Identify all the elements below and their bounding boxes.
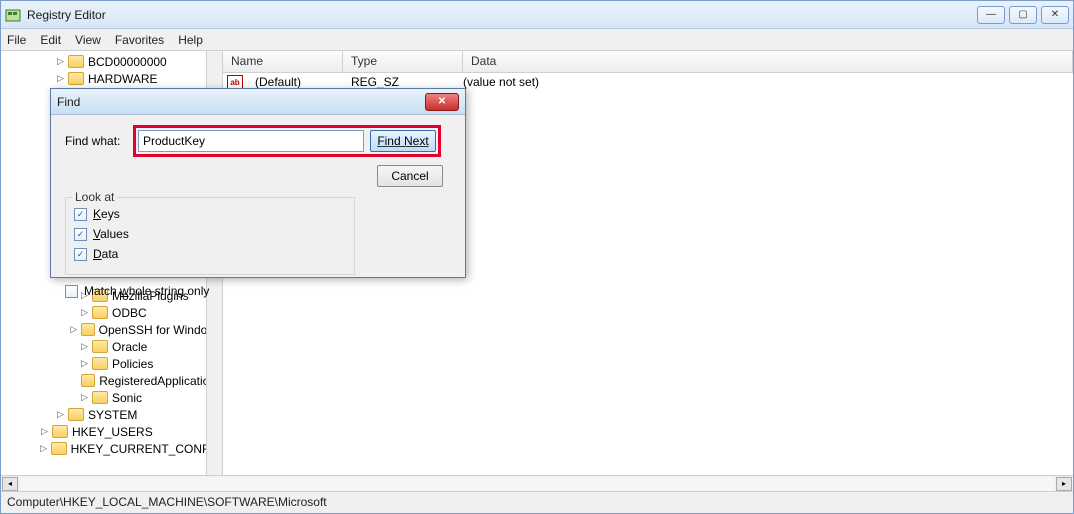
expand-icon[interactable]	[70, 375, 80, 386]
tree-item[interactable]: ▷ HKEY_USERS	[3, 423, 222, 440]
values-checkbox[interactable]: ✓	[74, 228, 87, 241]
folder-icon	[92, 357, 108, 370]
folder-icon	[68, 72, 84, 85]
tree-item[interactable]: ▷ OpenSSH for Windows	[3, 321, 222, 338]
menu-file[interactable]: File	[7, 33, 26, 47]
tree-item-label: Sonic	[112, 391, 142, 405]
tree-item-label: Policies	[112, 357, 153, 371]
value-type: REG_SZ	[343, 75, 455, 89]
statusbar: Computer\HKEY_LOCAL_MACHINE\SOFTWARE\Mic…	[1, 491, 1073, 513]
expand-icon[interactable]: ▷	[79, 358, 90, 369]
find-dialog: Find ✕ Find what: Find Next Cancel Look …	[50, 88, 466, 278]
column-name[interactable]: Name	[223, 51, 343, 72]
tree-item[interactable]: ▷ Policies	[3, 355, 222, 372]
find-what-label: Find what:	[65, 134, 125, 148]
tree-item-label: HKEY_CURRENT_CONFIG	[71, 442, 222, 456]
folder-icon	[52, 425, 68, 438]
folder-icon	[68, 408, 84, 421]
horizontal-scrollbar[interactable]: ◂ ▸	[1, 475, 1073, 491]
folder-icon	[81, 323, 95, 336]
tree-item[interactable]: ▷ Oracle	[3, 338, 222, 355]
match-whole-checkbox[interactable]: ✓	[65, 285, 78, 298]
folder-icon	[51, 442, 67, 455]
folder-icon	[92, 306, 108, 319]
data-checkbox[interactable]: ✓	[74, 248, 87, 261]
folder-icon	[68, 55, 84, 68]
tree-item[interactable]: RegisteredApplications	[3, 372, 222, 389]
value-data: (value not set)	[455, 75, 547, 89]
close-icon[interactable]: ✕	[425, 93, 459, 111]
regedit-icon	[5, 7, 21, 23]
close-button[interactable]: ✕	[1041, 6, 1069, 24]
column-data[interactable]: Data	[463, 51, 1073, 72]
menu-help[interactable]: Help	[178, 33, 203, 47]
tree-item[interactable]: ▷ HARDWARE	[3, 70, 222, 87]
expand-icon[interactable]: ▷	[79, 392, 90, 403]
tree-item-label: BCD00000000	[88, 55, 167, 69]
window-title: Registry Editor	[27, 8, 977, 22]
values-label: alues	[100, 227, 129, 241]
find-dialog-title: Find	[57, 95, 425, 109]
find-next-button[interactable]: Find Next	[370, 130, 436, 152]
string-value-icon: ab	[227, 75, 243, 89]
cancel-button[interactable]: Cancel	[377, 165, 443, 187]
expand-icon[interactable]: ▷	[79, 341, 90, 352]
keys-label: eys	[101, 207, 120, 221]
folder-icon	[92, 340, 108, 353]
tree-item[interactable]: ▷ Sonic	[3, 389, 222, 406]
tree-item-label: HARDWARE	[88, 72, 158, 86]
tree-item-label: OpenSSH for Windows	[99, 323, 222, 337]
menubar: File Edit View Favorites Help	[1, 29, 1073, 51]
keys-checkbox[interactable]: ✓	[74, 208, 87, 221]
menu-edit[interactable]: Edit	[40, 33, 61, 47]
look-at-label: Look at	[72, 190, 117, 204]
tree-item[interactable]: ▷ BCD00000000	[3, 53, 222, 70]
expand-icon[interactable]: ▷	[69, 324, 78, 335]
tree-item[interactable]: ▷ SYSTEM	[3, 406, 222, 423]
menu-view[interactable]: View	[75, 33, 101, 47]
scroll-left-icon[interactable]: ◂	[2, 477, 18, 491]
tree-item-label: RegisteredApplications	[99, 374, 222, 388]
scroll-right-icon[interactable]: ▸	[1056, 477, 1072, 491]
column-type[interactable]: Type	[343, 51, 463, 72]
expand-icon[interactable]: ▷	[39, 426, 50, 437]
expand-icon[interactable]: ▷	[55, 409, 66, 420]
value-name: (Default)	[247, 75, 343, 89]
expand-icon[interactable]: ▷	[55, 56, 66, 67]
tree-item[interactable]: ▷ HKEY_CURRENT_CONFIG	[3, 440, 222, 457]
tree-item-label: SYSTEM	[88, 408, 137, 422]
maximize-button[interactable]: ▢	[1009, 6, 1037, 24]
data-label: ata	[102, 247, 119, 261]
expand-icon[interactable]: ▷	[79, 307, 90, 318]
tree-item-label: HKEY_USERS	[72, 425, 153, 439]
expand-icon[interactable]: ▷	[38, 443, 49, 454]
tree-item-label: ODBC	[112, 306, 147, 320]
minimize-button[interactable]: —	[977, 6, 1005, 24]
match-whole-label: Match whole string only	[84, 284, 209, 298]
find-what-input[interactable]	[138, 130, 364, 152]
expand-icon[interactable]: ▷	[55, 73, 66, 84]
titlebar: Registry Editor — ▢ ✕	[1, 1, 1073, 29]
folder-icon	[81, 374, 95, 387]
find-highlight: Find Next	[133, 125, 441, 157]
folder-icon	[92, 391, 108, 404]
menu-favorites[interactable]: Favorites	[115, 33, 164, 47]
tree-item-label: Oracle	[112, 340, 147, 354]
